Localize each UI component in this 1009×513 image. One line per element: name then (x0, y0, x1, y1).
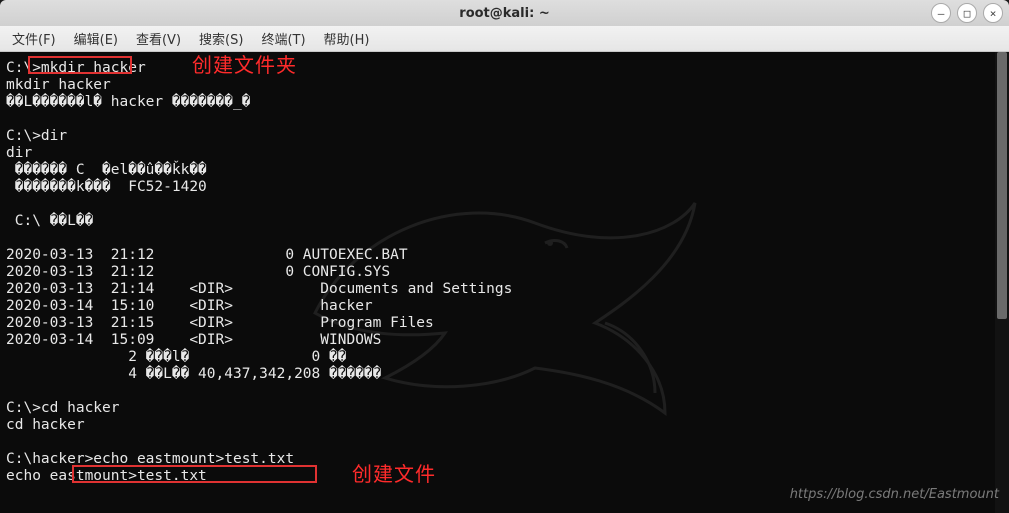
scrollbar-thumb[interactable] (997, 52, 1007, 319)
terminal-area[interactable]: C:\>mkdir hacker mkdir hacker ��L������l… (0, 52, 1009, 513)
menu-help[interactable]: 帮助(H) (316, 27, 378, 50)
window-titlebar: root@kali: ~ — □ × (0, 0, 1009, 26)
minimize-button[interactable]: — (931, 3, 951, 23)
maximize-button[interactable]: □ (957, 3, 977, 23)
menu-view[interactable]: 查看(V) (128, 27, 189, 50)
window-title: root@kali: ~ (459, 6, 549, 21)
terminal-output: C:\>mkdir hacker mkdir hacker ��L������l… (6, 60, 1003, 485)
window-controls: — □ × (931, 3, 1003, 23)
menu-search[interactable]: 搜索(S) (191, 27, 251, 50)
watermark-text: https://blog.csdn.net/Eastmount (790, 486, 999, 503)
menu-bar: 文件(F) 编辑(E) 查看(V) 搜索(S) 终端(T) 帮助(H) (0, 26, 1009, 52)
menu-file[interactable]: 文件(F) (4, 27, 64, 50)
menu-edit[interactable]: 编辑(E) (66, 27, 126, 50)
menu-terminal[interactable]: 终端(T) (253, 27, 313, 50)
vertical-scrollbar[interactable] (995, 52, 1009, 513)
close-button[interactable]: × (983, 3, 1003, 23)
